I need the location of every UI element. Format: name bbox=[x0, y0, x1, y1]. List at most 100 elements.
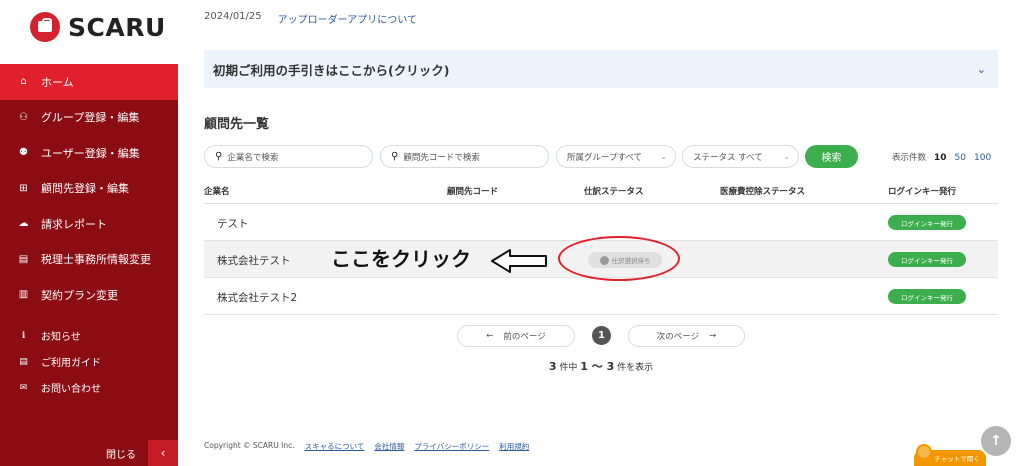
footer-link-privacy[interactable]: プライバシーポリシー bbox=[414, 441, 489, 452]
sidebar-item-billing-report[interactable]: ☁ 請求レポート bbox=[0, 206, 178, 242]
sidebar-item-home[interactable]: ⌂ ホーム bbox=[0, 64, 178, 100]
search-button[interactable]: 検索 bbox=[805, 145, 858, 168]
sidebar-item-news[interactable]: ℹ お知らせ bbox=[0, 323, 178, 349]
sidebar-item-label: 契約プラン変更 bbox=[41, 288, 118, 302]
footer-link-about[interactable]: スキャるについて bbox=[305, 441, 365, 452]
range: 1 〜 3 bbox=[580, 360, 615, 373]
issue-login-key-button[interactable]: ログインキー発行 bbox=[888, 252, 966, 267]
column-header-medical-status: 医療費控除ステータス bbox=[720, 187, 806, 197]
sidebar-item-label: ホーム bbox=[41, 75, 74, 89]
page-title: 顧問先一覧 bbox=[204, 117, 270, 132]
pagination: ← 前のページ 1 次のページ → bbox=[204, 325, 998, 347]
sidebar-item-label: 請求レポート bbox=[41, 217, 107, 231]
brand-logo[interactable]: SCARU bbox=[30, 12, 166, 42]
chevron-down-icon: ⌄ bbox=[783, 152, 790, 161]
notice-date: 2024/01/25 bbox=[204, 11, 262, 22]
logo-bag-icon bbox=[30, 12, 60, 42]
company-name[interactable]: テスト bbox=[217, 216, 249, 231]
sidebar-item-label: ユーザー登録・編集 bbox=[41, 146, 140, 160]
close-sidebar-button[interactable]: ‹ bbox=[148, 440, 178, 466]
search-icon: ⚲ bbox=[391, 151, 399, 162]
column-header-code: 顧問先コード bbox=[447, 187, 499, 197]
next-page-button[interactable]: 次のページ → bbox=[628, 325, 745, 347]
sidebar: SCARU ⌂ ホーム ⚇ グループ登録・編集 ⚉ ユーザー登録・編集 ⊞ 顧問… bbox=[0, 0, 178, 466]
guide-title: 初期ご利用の手引きはここから(クリック) bbox=[213, 62, 450, 78]
document-icon: ▤ bbox=[18, 253, 29, 265]
result-count: 3 件中 1 〜 3 件を表示 bbox=[204, 358, 998, 374]
group-select-value: 所属グループすべて bbox=[567, 152, 643, 163]
group-select[interactable]: 所属グループすべて ⌄ bbox=[556, 145, 676, 168]
column-header-journal-status: 仕訳ステータス bbox=[584, 187, 644, 197]
code-search-input[interactable]: ⚲ 顧問先コードで検索 bbox=[380, 145, 549, 168]
sidebar-item-label: 税理士事務所情報変更 bbox=[41, 253, 151, 267]
guide-accordion[interactable]: 初期ご利用の手引きはここから(クリック) ⌄ bbox=[204, 50, 998, 88]
per-page-selector: 表示件数 10 50 100 bbox=[892, 151, 991, 163]
chevron-down-icon: ⌄ bbox=[660, 152, 667, 161]
sidebar-nav: ⌂ ホーム ⚇ グループ登録・編集 ⚉ ユーザー登録・編集 ⊞ 顧問先登録・編集… bbox=[0, 64, 178, 466]
issue-login-key-button[interactable]: ログインキー発行 bbox=[888, 215, 966, 230]
column-header-login-key: ログインキー発行 bbox=[888, 187, 957, 197]
sidebar-item-groups[interactable]: ⚇ グループ登録・編集 bbox=[0, 100, 178, 136]
sidebar-item-guide[interactable]: ▤ ご利用ガイド bbox=[0, 349, 178, 375]
chevron-left-icon: ‹ bbox=[160, 446, 166, 460]
copyright: Copyright © SCARU Inc. bbox=[204, 441, 295, 450]
per-page-option-50[interactable]: 50 bbox=[955, 153, 966, 163]
nav-divider bbox=[0, 313, 178, 323]
scroll-to-top-button[interactable]: ↑ bbox=[981, 426, 1011, 456]
table-header: 企業名 顧問先コード 仕訳ステータス 医療費控除ステータス ログインキー発行 bbox=[204, 179, 998, 204]
prev-page-button[interactable]: ← 前のページ bbox=[457, 325, 575, 347]
sidebar-item-label: 顧問先登録・編集 bbox=[41, 182, 129, 196]
footer-link-company[interactable]: 会社情報 bbox=[374, 441, 404, 452]
sidebar-item-label: お問い合わせ bbox=[41, 384, 101, 395]
chevron-down-icon: ⌄ bbox=[976, 62, 986, 76]
sidebar-item-contact[interactable]: ✉ お問い合わせ bbox=[0, 375, 178, 401]
group-icon: ⚇ bbox=[19, 111, 28, 123]
table-row: テスト ログインキー発行 bbox=[204, 204, 998, 241]
sidebar-item-office-info[interactable]: ▤ 税理士事務所情報変更 bbox=[0, 242, 178, 278]
footer: Copyright © SCARU Inc. スキャるについて 会社情報 プライ… bbox=[204, 441, 529, 452]
issue-login-key-button[interactable]: ログインキー発行 bbox=[888, 289, 966, 304]
annotation-text: ここをクリック bbox=[331, 247, 471, 271]
arrow-left-annotation-icon bbox=[491, 249, 547, 273]
cloud-icon: ☁ bbox=[18, 218, 29, 230]
search-icon: ⚲ bbox=[215, 151, 223, 162]
current-page[interactable]: 1 bbox=[592, 326, 611, 345]
notice-link[interactable]: アップローダーアプリについて bbox=[278, 11, 417, 26]
chat-avatar-icon bbox=[916, 444, 932, 460]
company-name[interactable]: 株式会社テスト bbox=[217, 253, 291, 268]
sidebar-item-clients[interactable]: ⊞ 顧問先登録・編集 bbox=[0, 171, 178, 207]
plus-square-icon: ⊞ bbox=[19, 182, 28, 194]
code-search-placeholder: 顧問先コードで検索 bbox=[403, 152, 480, 163]
status-select[interactable]: ステータス すべて ⌄ bbox=[682, 145, 799, 168]
sidebar-item-label: グループ登録・編集 bbox=[41, 111, 140, 125]
per-page-label: 表示件数 bbox=[892, 153, 927, 163]
filter-bar: ⚲ 企業名で検索 ⚲ 顧問先コードで検索 所属グループすべて ⌄ ステータス す… bbox=[204, 145, 998, 168]
sidebar-item-label: ご利用ガイド bbox=[41, 358, 101, 369]
sidebar-item-users[interactable]: ⚉ ユーザー登録・編集 bbox=[0, 135, 178, 171]
sidebar-item-plan[interactable]: ▥ 契約プラン変更 bbox=[0, 277, 178, 313]
company-search-input[interactable]: ⚲ 企業名で検索 bbox=[204, 145, 373, 168]
arrow-up-icon: ↑ bbox=[990, 433, 1002, 449]
chat-button[interactable]: チャットで聞く bbox=[914, 444, 986, 466]
column-header-company: 企業名 bbox=[204, 187, 230, 197]
total-count: 3 bbox=[548, 360, 557, 373]
guide-icon: ▤ bbox=[19, 356, 28, 367]
notice-line: 2024/01/25 アップローダーアプリについて bbox=[204, 11, 417, 26]
per-page-option-100[interactable]: 100 bbox=[974, 153, 991, 163]
book-icon: ▥ bbox=[18, 289, 29, 301]
company-name[interactable]: 株式会社テスト2 bbox=[217, 290, 297, 305]
next-page-label: 次のページ bbox=[656, 332, 700, 342]
per-page-option-10[interactable]: 10 bbox=[934, 153, 947, 163]
status-select-value: ステータス すべて bbox=[693, 152, 763, 163]
close-label[interactable]: 閉じる bbox=[106, 446, 136, 461]
range-suffix: 件を表示 bbox=[617, 363, 654, 373]
mail-icon: ✉ bbox=[19, 382, 28, 393]
footer-link-terms[interactable]: 利用規約 bbox=[499, 441, 529, 452]
sidebar-close-bar: 閉じる ‹ bbox=[0, 440, 178, 466]
prev-page-label: 前のページ bbox=[503, 332, 546, 342]
info-icon: ℹ bbox=[21, 330, 26, 341]
total-suffix: 件中 bbox=[559, 363, 578, 373]
company-search-placeholder: 企業名で検索 bbox=[227, 152, 279, 163]
add-user-icon: ⚉ bbox=[19, 147, 28, 159]
table-row: 株式会社テスト2 ログインキー発行 bbox=[204, 278, 998, 315]
